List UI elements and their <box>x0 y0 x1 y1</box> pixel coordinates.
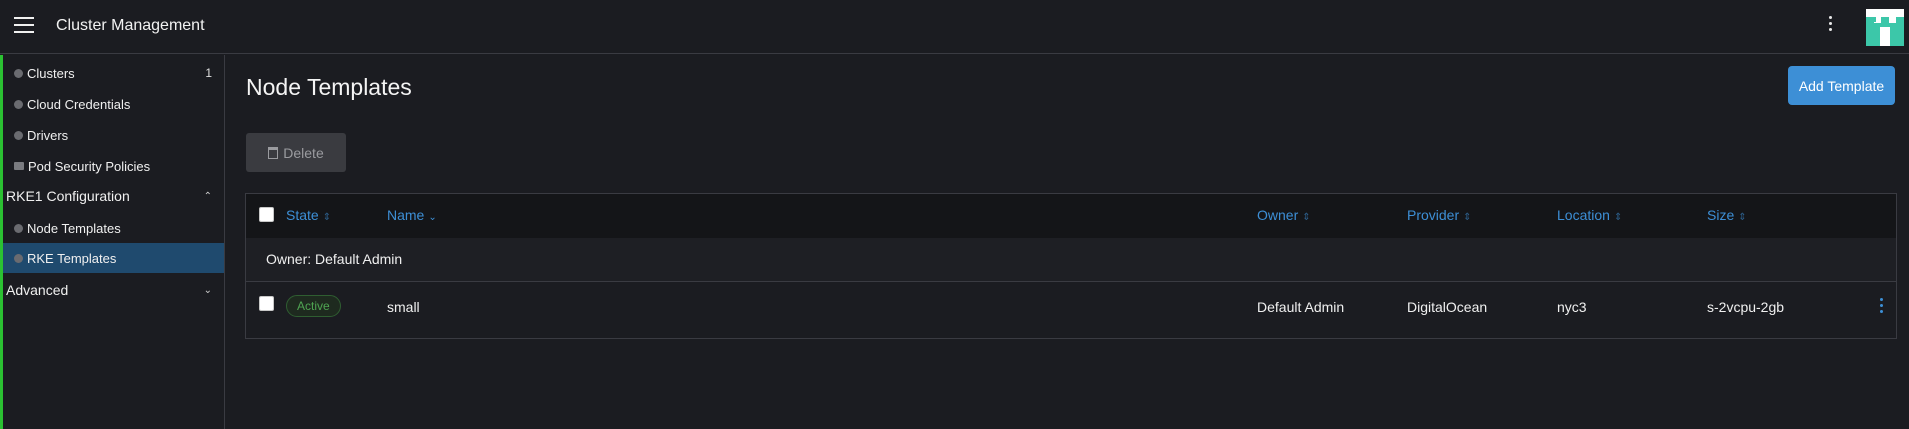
sidebar-item-clusters[interactable]: Clusters 1 <box>0 58 224 88</box>
page-title: Node Templates <box>246 74 412 100</box>
menu-icon[interactable] <box>14 17 34 35</box>
sidebar-item-label: Clusters <box>27 65 75 81</box>
cell-size: s-2vcpu-2gb <box>1707 299 1785 315</box>
table-group-row: Owner: Default Admin <box>246 238 1896 282</box>
circle-icon <box>14 130 23 140</box>
sidebar-item-label: Node Templates <box>27 220 121 236</box>
sidebar-item-cloud-credentials[interactable]: Cloud Credentials <box>0 89 224 119</box>
sidebar-item-node-templates[interactable]: Node Templates <box>0 213 224 243</box>
table-header: State ⇕ Name ⌄ Owner ⇕ Provider ⇕ Location ⇕ … <box>246 194 1896 239</box>
sidebar-item-drivers[interactable]: Drivers <box>0 120 224 150</box>
cell-owner: Default Admin <box>1257 299 1345 315</box>
more-options-icon[interactable] <box>1825 16 1835 36</box>
delete-button-label: Delete <box>283 144 324 161</box>
column-header-size[interactable]: Size ⇕ <box>1707 207 1747 223</box>
node-templates-table: State ⇕ Name ⌄ Owner ⇕ Provider ⇕ Location ⇕ … <box>245 193 1897 339</box>
circle-icon <box>14 253 23 263</box>
sort-icon: ⇕ <box>1738 212 1747 223</box>
add-template-button[interactable]: Add Template <box>1788 66 1895 105</box>
count-badge: 1 <box>205 66 212 80</box>
sidebar-group-rke1-configuration[interactable]: RKE1 Configuration ⌃ <box>0 181 224 211</box>
sort-icon: ⇕ <box>322 212 332 223</box>
user-avatar[interactable] <box>1866 9 1904 46</box>
delete-button[interactable]: Delete <box>246 133 346 172</box>
table-row[interactable]: Active small Default Admin DigitalOcean … <box>246 282 1896 332</box>
row-actions-icon[interactable] <box>1876 298 1886 316</box>
row-checkbox[interactable] <box>259 296 274 311</box>
sort-icon: ⇕ <box>1613 212 1623 223</box>
trash-icon <box>268 146 279 159</box>
edge-indicator <box>0 55 3 429</box>
chevron-up-icon: ⌃ <box>203 190 212 202</box>
sidebar-item-label: RKE Templates <box>27 250 117 266</box>
app-title: Cluster Management <box>56 17 205 34</box>
column-header-state[interactable]: State ⇕ <box>286 207 331 223</box>
sidebar-item-label: Cloud Credentials <box>27 96 131 112</box>
status-badge: Active <box>286 295 341 317</box>
circle-icon <box>14 223 23 233</box>
sidebar-item-rke-templates[interactable]: RKE Templates <box>0 243 224 273</box>
sidebar-item-label: Drivers <box>27 127 69 143</box>
sort-icon: ⌄ <box>428 212 437 223</box>
column-header-location[interactable]: Location ⇕ <box>1557 207 1622 223</box>
folder-icon <box>14 162 24 170</box>
cell-location: nyc3 <box>1557 299 1587 315</box>
sidebar: Clusters 1 Cloud Credentials Drivers Pod… <box>0 55 225 429</box>
sidebar-group-label: Advanced <box>6 282 69 298</box>
circle-icon <box>14 68 23 78</box>
sort-icon: ⇕ <box>1302 212 1311 223</box>
circle-icon <box>14 99 23 109</box>
column-header-owner[interactable]: Owner ⇕ <box>1257 207 1311 223</box>
column-header-name[interactable]: Name ⌄ <box>387 207 437 223</box>
column-label: Owner <box>1257 207 1299 223</box>
chevron-down-icon: ⌄ <box>203 284 212 296</box>
cell-provider: DigitalOcean <box>1407 299 1488 315</box>
sidebar-group-advanced[interactable]: Advanced ⌄ <box>0 275 224 305</box>
column-label: Provider <box>1407 207 1460 223</box>
select-all-checkbox[interactable] <box>259 207 274 222</box>
column-label: Location <box>1557 207 1610 223</box>
group-label: Owner: Default Admin <box>266 251 403 267</box>
sort-icon: ⇕ <box>1463 212 1472 223</box>
column-label: State <box>286 207 319 223</box>
column-label: Size <box>1707 207 1735 223</box>
column-header-provider[interactable]: Provider ⇕ <box>1407 207 1472 223</box>
top-bar: Cluster Management <box>0 0 1909 54</box>
cell-name[interactable]: small <box>387 299 420 315</box>
sidebar-item-label: Pod Security Policies <box>28 158 151 174</box>
column-label: Name <box>387 207 425 223</box>
sidebar-group-label: RKE1 Configuration <box>6 188 130 204</box>
sidebar-item-pod-security-policies[interactable]: Pod Security Policies <box>0 151 224 181</box>
